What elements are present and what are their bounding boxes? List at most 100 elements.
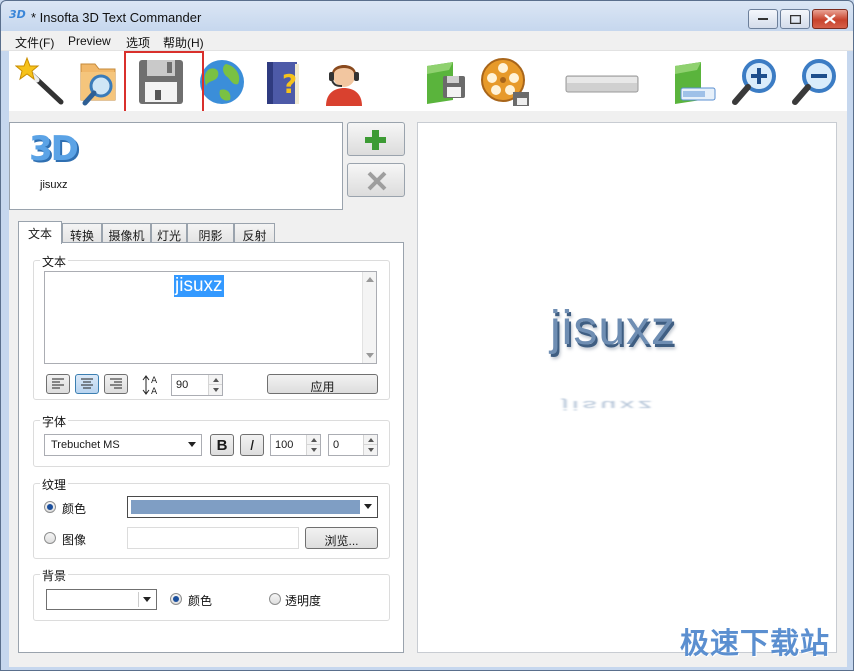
item-3d-thumbnail: 3D	[29, 129, 79, 169]
export-icon[interactable]	[669, 56, 721, 108]
font-size-spinner[interactable]: 100	[270, 434, 321, 456]
open-folder-icon[interactable]	[75, 56, 127, 108]
tab-shadow[interactable]: 阴影	[187, 223, 234, 243]
background-swatch	[49, 592, 139, 607]
tab-panel-text: 文本 jisuxz A A 90 应用 字体 Trebuchet MS B I …	[18, 242, 404, 653]
item-label: jisuxz	[40, 179, 68, 191]
font-extra-spinner[interactable]: 0	[328, 434, 378, 456]
tab-transform[interactable]: 转换	[62, 223, 102, 243]
line-spacing-spinner[interactable]: 90	[171, 374, 223, 396]
slider-icon[interactable]	[564, 56, 640, 108]
apply-button[interactable]: 应用	[267, 374, 378, 394]
selected-text: jisuxz	[174, 275, 224, 297]
remove-button[interactable]	[347, 163, 405, 197]
font-group-label: 字体	[40, 413, 69, 430]
preview-canvas[interactable]: jisuxz jisuxz	[417, 122, 837, 653]
background-transparency-label: 透明度	[285, 594, 322, 608]
background-group: 背景 颜色 透明度	[33, 567, 390, 621]
add-button[interactable]	[347, 122, 405, 156]
texture-color-radio[interactable]	[44, 501, 56, 513]
dropdown-arrow-icon	[188, 442, 196, 447]
align-right-button[interactable]	[104, 374, 128, 394]
align-center-icon	[81, 378, 93, 389]
svg-text:A: A	[151, 387, 158, 396]
help-book-icon[interactable]: ?	[257, 56, 309, 108]
texture-image-radio[interactable]	[44, 532, 56, 544]
save-highlight-box	[124, 51, 204, 119]
texture-image-label: 图像	[62, 533, 87, 547]
align-center-button[interactable]	[75, 374, 99, 394]
texture-group-label: 纹理	[40, 476, 69, 493]
wizard-icon[interactable]	[15, 56, 67, 108]
spin-up-button[interactable]	[363, 435, 377, 445]
window-title: * Insofta 3D Text Commander	[31, 10, 202, 25]
maximize-button[interactable]	[780, 9, 810, 29]
color-swatch	[131, 500, 360, 514]
scroll-up-icon	[366, 277, 374, 282]
plus-icon	[365, 130, 386, 150]
close-button[interactable]	[812, 9, 848, 29]
dropdown-arrow-icon	[364, 504, 372, 509]
font-name: Trebuchet MS	[51, 439, 120, 451]
line-spacing-value: 90	[176, 379, 189, 391]
support-icon[interactable]	[318, 56, 370, 108]
app-logo-icon: 3D	[9, 8, 26, 21]
align-left-button[interactable]	[46, 374, 70, 394]
menu-preview[interactable]: Preview	[68, 34, 111, 48]
align-right-icon	[110, 378, 122, 389]
background-color-radio[interactable]	[170, 593, 182, 605]
browse-button[interactable]: 浏览...	[305, 527, 378, 549]
line-spacing-icon: A A	[142, 375, 158, 396]
svg-text:?: ?	[282, 70, 297, 100]
dropdown-arrow-icon	[143, 597, 151, 602]
preview-reflection: jisuxz	[562, 398, 657, 413]
text-content-input[interactable]: jisuxz	[44, 271, 377, 364]
background-group-label: 背景	[40, 567, 69, 584]
minimize-button[interactable]	[748, 9, 778, 29]
menu-bar: 文件(F) Preview 选项 帮助(H)	[1, 31, 853, 51]
text-preview-list[interactable]: 3D jisuxz	[9, 122, 343, 210]
save-animation-icon[interactable]	[479, 56, 531, 108]
background-color-label: 颜色	[188, 594, 213, 608]
background-transparency-radio[interactable]	[269, 593, 281, 605]
chevron-up-icon	[213, 378, 219, 382]
font-size-value: 100	[275, 439, 294, 451]
menu-options[interactable]: 选项	[126, 34, 150, 51]
italic-button[interactable]: I	[240, 434, 264, 456]
font-group: 字体 Trebuchet MS B I 100 0	[33, 413, 390, 467]
chevron-down-icon	[368, 448, 374, 452]
chevron-down-icon	[311, 448, 317, 452]
zoom-in-icon[interactable]	[729, 56, 781, 108]
chevron-down-icon	[213, 388, 219, 392]
text-group: 文本 jisuxz A A 90 应用	[33, 253, 390, 400]
text-scrollbar[interactable]	[362, 272, 376, 363]
texture-color-select[interactable]	[127, 496, 378, 518]
close-icon	[824, 14, 836, 24]
minimize-icon	[758, 18, 768, 20]
tab-camera[interactable]: 摄像机	[102, 223, 151, 243]
background-color-select[interactable]	[46, 589, 157, 610]
chevron-up-icon	[311, 438, 317, 442]
zoom-out-icon[interactable]	[789, 56, 841, 108]
watermark-text: 极速下载站	[680, 628, 831, 660]
texture-image-path[interactable]	[127, 527, 299, 549]
texture-group: 纹理 颜色 图像 浏览...	[33, 476, 390, 559]
scroll-down-icon	[366, 353, 374, 358]
texture-color-label: 颜色	[62, 502, 87, 516]
tab-reflection[interactable]: 反射	[234, 223, 275, 243]
spin-down-button[interactable]	[208, 385, 222, 395]
spin-up-button[interactable]	[306, 435, 320, 445]
tab-text[interactable]: 文本	[18, 221, 62, 244]
tab-lighting[interactable]: 灯光	[151, 223, 187, 243]
save-image-icon[interactable]	[419, 56, 471, 108]
menu-help[interactable]: 帮助(H)	[163, 34, 204, 51]
spin-down-button[interactable]	[363, 445, 377, 455]
menu-file[interactable]: 文件(F)	[15, 34, 54, 51]
title-bar: 3D * Insofta 3D Text Commander	[1, 1, 853, 31]
spin-down-button[interactable]	[306, 445, 320, 455]
bold-button[interactable]: B	[210, 434, 234, 456]
spin-up-button[interactable]	[208, 375, 222, 385]
text-group-label: 文本	[40, 253, 69, 270]
font-select[interactable]: Trebuchet MS	[44, 434, 202, 456]
align-left-icon	[52, 378, 64, 389]
